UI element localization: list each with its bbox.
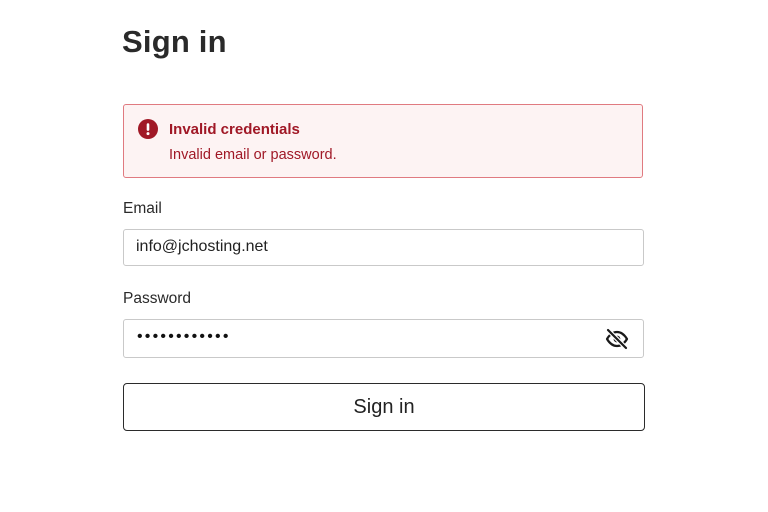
error-alert: Invalid credentials Invalid email or pas… bbox=[123, 104, 643, 178]
password-value: •••••••••••• bbox=[137, 328, 231, 345]
password-field[interactable]: •••••••••••• bbox=[123, 319, 644, 358]
email-field[interactable]: info@jchosting.net bbox=[123, 229, 644, 266]
alert-message: Invalid email or password. bbox=[169, 147, 337, 163]
sign-in-page: Sign in Invalid credentials Invalid emai… bbox=[0, 0, 768, 512]
alert-title: Invalid credentials bbox=[169, 121, 300, 138]
eye-slash-icon[interactable] bbox=[605, 327, 629, 351]
email-value: info@jchosting.net bbox=[136, 238, 268, 255]
page-title: Sign in bbox=[122, 24, 227, 59]
email-label: Email bbox=[123, 200, 162, 217]
password-label: Password bbox=[123, 290, 192, 307]
sign-in-button[interactable]: Sign in bbox=[123, 383, 645, 431]
exclamation-circle-icon bbox=[138, 119, 158, 139]
